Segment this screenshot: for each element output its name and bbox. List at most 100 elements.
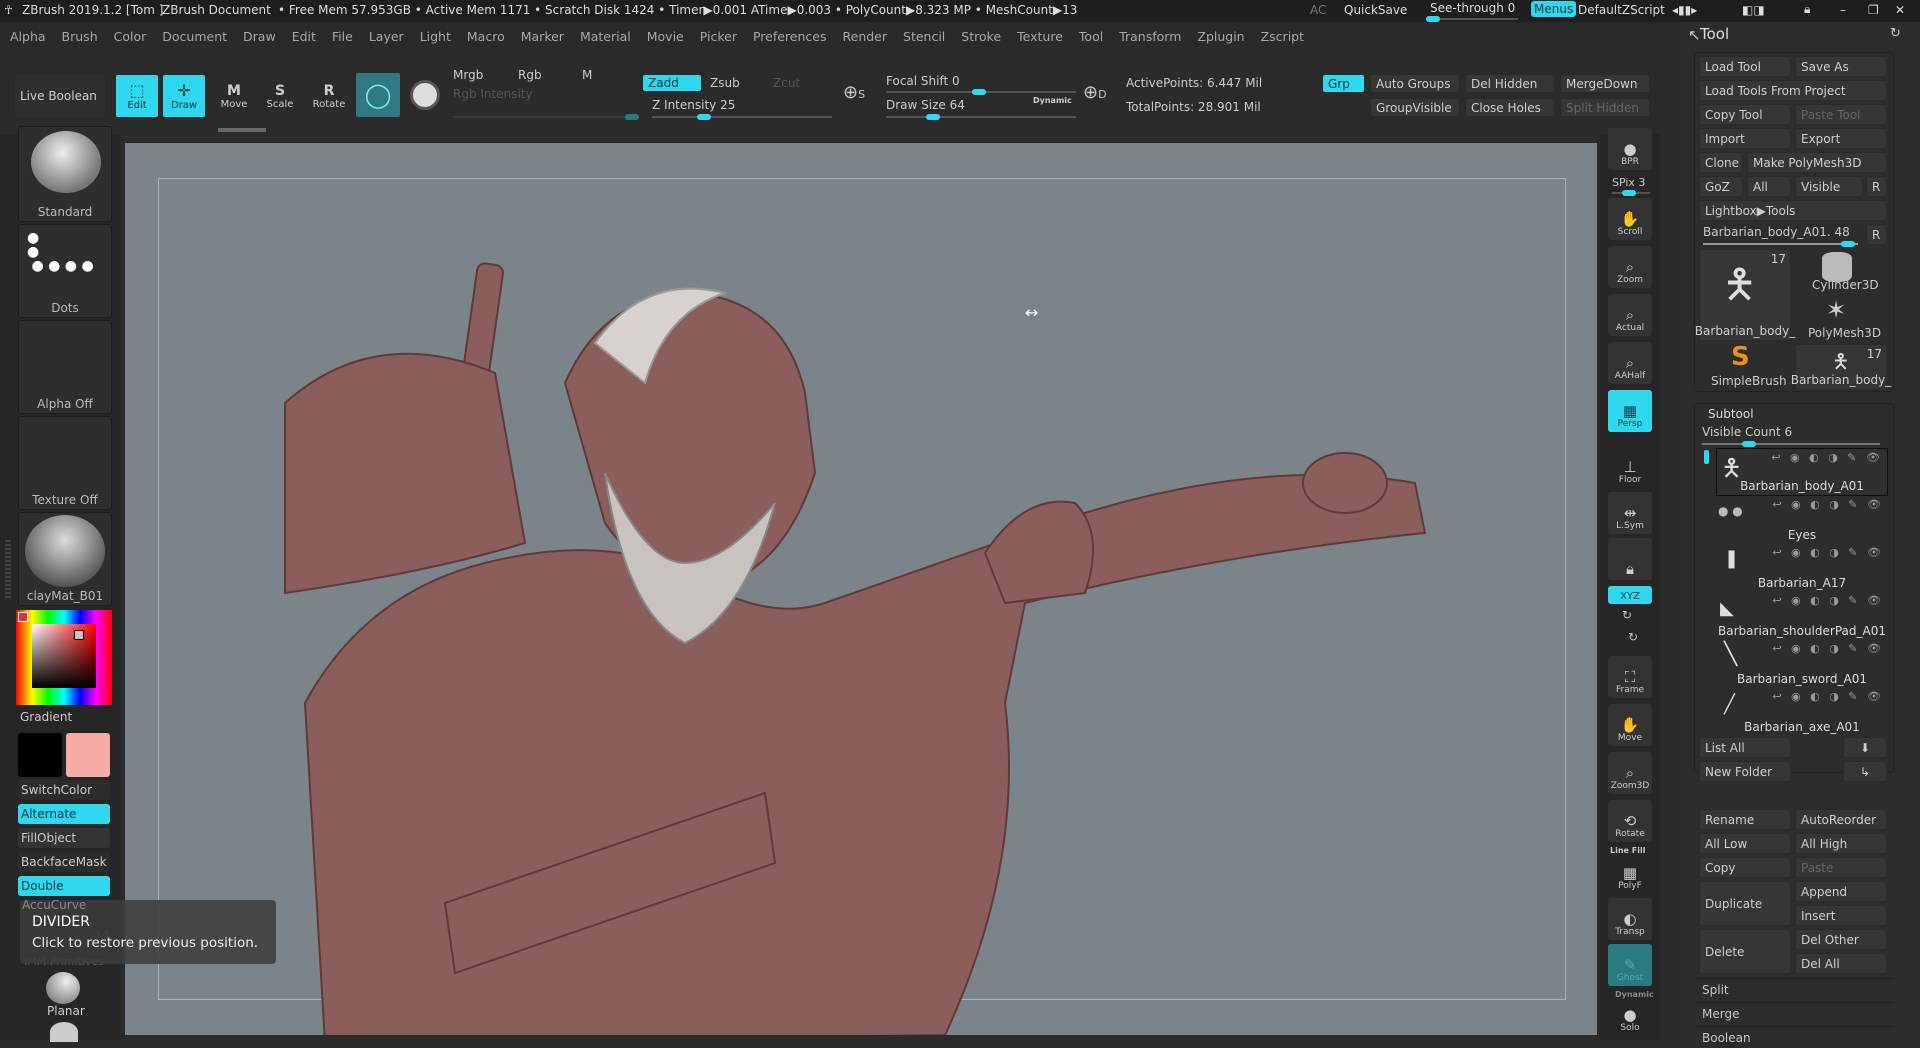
menu-color[interactable]: Color xyxy=(114,29,147,44)
subtool-item[interactable]: ● ● ↩ ◉ ◐ ◑ ✎ 👁︎ Eyes xyxy=(1716,496,1888,544)
color-picker[interactable] xyxy=(16,610,112,705)
merge-down-button[interactable]: MergeDown xyxy=(1560,74,1650,93)
spix-slider[interactable]: SPix 3 xyxy=(1612,176,1650,196)
frame-button[interactable]: ⛶ Frame xyxy=(1608,656,1652,698)
clone-button[interactable]: Clone xyxy=(1699,152,1743,173)
brush-selector[interactable]: Standard xyxy=(18,126,112,222)
menu-zplugin[interactable]: Zplugin xyxy=(1197,29,1244,44)
subtool-controls-icon[interactable]: ↩ ◉ ◐ ◑ ✎ 👁︎ xyxy=(1772,690,1884,703)
move-button[interactable]: M Move xyxy=(212,74,256,118)
goz-r-button[interactable]: R xyxy=(1866,176,1887,197)
move-into-folder-button[interactable]: ↳ xyxy=(1843,761,1887,782)
export-button[interactable]: Export xyxy=(1795,128,1887,149)
copy-subtool-button[interactable]: Copy xyxy=(1699,857,1791,878)
gradient-toggle[interactable]: Gradient xyxy=(20,710,72,724)
actual-button[interactable]: ⌕ Actual xyxy=(1608,294,1652,336)
canvas-viewport[interactable]: ↔ xyxy=(125,143,1597,1035)
camera-lock-button[interactable]: 🔒︎ xyxy=(1608,538,1652,580)
all-high-button[interactable]: All High xyxy=(1795,833,1887,854)
goz-button[interactable]: GoZ xyxy=(1699,176,1743,197)
zsub-button[interactable]: Zsub xyxy=(710,76,740,90)
see-through-slider[interactable]: See-through 0 xyxy=(1426,0,1518,22)
zadd-button[interactable]: Zadd xyxy=(642,74,702,92)
palette-scroll-icon[interactable]: ◂▮▮▸ xyxy=(1672,3,1697,17)
tool-thumb-barbarian-body-2[interactable]: 🯅 17 Barbarian_body_ xyxy=(1791,344,1891,390)
grp-button[interactable]: Grp xyxy=(1322,74,1365,93)
rotate-view-button[interactable]: ⟲ Rotate xyxy=(1608,800,1652,842)
move-down-button[interactable]: ⬇ xyxy=(1843,737,1887,758)
lazy-mouse-d-icon[interactable]: ⊕D xyxy=(1083,82,1107,103)
append-button[interactable]: Append xyxy=(1795,881,1887,902)
aahalf-button[interactable]: ⌕ AAHalf xyxy=(1608,342,1652,384)
layout-icon[interactable]: ◧◨ xyxy=(1742,3,1765,17)
tool-pin-icon[interactable]: ↖ xyxy=(1688,26,1701,44)
paste-tool-button[interactable]: Paste Tool xyxy=(1795,104,1887,125)
alpha-selector[interactable]: Alpha Off xyxy=(18,320,112,414)
scroll-button[interactable]: ✋ Scroll xyxy=(1608,198,1652,240)
ghost-button[interactable]: ✎ Ghost xyxy=(1608,944,1652,986)
live-boolean-button[interactable]: Live Boolean xyxy=(14,74,106,118)
left-divider-handle[interactable] xyxy=(5,540,11,600)
focal-shift-slider[interactable] xyxy=(886,89,1076,95)
del-all-button[interactable]: Del All xyxy=(1795,953,1887,974)
menu-edit[interactable]: Edit xyxy=(292,29,316,44)
lsym-button[interactable]: ⇹ L.Sym xyxy=(1608,492,1652,534)
group-visible-button[interactable]: GroupVisible xyxy=(1370,98,1460,117)
z-intensity-slider[interactable] xyxy=(652,114,832,120)
menu-render[interactable]: Render xyxy=(843,29,888,44)
auto-reorder-button[interactable]: AutoReorder xyxy=(1795,809,1887,830)
minimize-icon[interactable]: – xyxy=(1840,3,1846,17)
material-selector[interactable]: clayMat_B01 xyxy=(18,512,112,606)
edit-button[interactable]: ⬚ Edit xyxy=(115,74,159,118)
delete-button[interactable]: Delete xyxy=(1699,929,1791,974)
subtool-controls-icon[interactable]: ↩ ◉ ◐ ◑ ✎ 👁︎ xyxy=(1772,642,1884,655)
sculptris-pro-button[interactable]: ◯ xyxy=(355,72,401,118)
menu-tool[interactable]: Tool xyxy=(1079,29,1103,44)
persp-button[interactable]: ▦ Persp xyxy=(1608,390,1652,432)
menu-layer[interactable]: Layer xyxy=(369,29,404,44)
load-tools-from-project-button[interactable]: Load Tools From Project xyxy=(1699,80,1887,101)
zoom3d-button[interactable]: ⌕ Zoom3D xyxy=(1608,752,1652,794)
y-rotate-icon[interactable]: ↻ xyxy=(1622,608,1632,622)
menu-light[interactable]: Light xyxy=(420,29,451,44)
scale-button[interactable]: S Scale xyxy=(258,74,302,118)
menu-document[interactable]: Document xyxy=(162,29,227,44)
menu-draw[interactable]: Draw xyxy=(243,29,276,44)
menus-toggle[interactable]: Menus xyxy=(1531,1,1577,17)
menu-transform[interactable]: Transform xyxy=(1119,29,1181,44)
subtool-controls-icon[interactable]: ↩ ◉ ◐ ◑ ✎ 👁︎ xyxy=(1772,546,1884,559)
alternate-button[interactable]: Alternate xyxy=(18,804,110,824)
bpr-button[interactable]: ● BPR xyxy=(1608,128,1652,170)
zcut-button[interactable]: Zcut xyxy=(773,76,800,90)
backface-mask-button[interactable]: BackfaceMask xyxy=(18,852,110,872)
rename-button[interactable]: Rename xyxy=(1699,809,1791,830)
simplebrush-icon[interactable]: S xyxy=(1731,342,1750,372)
menu-brush[interactable]: Brush xyxy=(62,29,98,44)
ac-button[interactable]: AC xyxy=(1310,3,1326,17)
lock-icon[interactable]: 🔒︎ xyxy=(1804,2,1810,17)
default-zscript-button[interactable]: DefaultZScript xyxy=(1578,3,1665,17)
stroke-selector[interactable]: ● ● ● ● ● ● Dots xyxy=(18,224,112,318)
zoom-button[interactable]: ⌕ Zoom xyxy=(1608,246,1652,288)
dynamic-toggle[interactable]: Dynamic xyxy=(1033,96,1072,105)
close-icon[interactable]: ✕ xyxy=(1895,3,1905,17)
polymesh3d-thumb[interactable]: PolyMesh3D xyxy=(1808,326,1881,340)
shelf-scrollbar[interactable] xyxy=(218,128,266,132)
paste-subtool-button[interactable]: Paste xyxy=(1795,857,1887,878)
menu-alpha[interactable]: Alpha xyxy=(10,29,46,44)
tool-thumb-barbarian-body[interactable]: 🯅 17 Barbarian_body_ xyxy=(1695,249,1795,341)
menu-stroke[interactable]: Stroke xyxy=(961,29,1001,44)
current-tool-slider[interactable]: Barbarian_body_A01. 48 xyxy=(1699,224,1863,247)
panel-reset-icon[interactable]: ↻ xyxy=(1890,26,1901,41)
xyz-rotate-button[interactable]: XYZ xyxy=(1608,586,1652,604)
menu-zscript[interactable]: Zscript xyxy=(1261,29,1304,44)
subtool-item[interactable]: ╲ ↩ ◉ ◐ ◑ ✎ 👁︎ Barbarian_sword_A01 xyxy=(1716,640,1888,688)
subtool-item[interactable]: ❚ ↩ ◉ ◐ ◑ ✎ 👁︎ Barbarian_A17 xyxy=(1716,544,1888,592)
menu-preferences[interactable]: Preferences xyxy=(753,29,827,44)
lightbox-tools-button[interactable]: Lightbox▶Tools xyxy=(1699,200,1887,221)
cylinder3d-thumb[interactable]: Cylinder3D xyxy=(1812,278,1879,292)
planar-brush-icon[interactable] xyxy=(46,972,80,1004)
rgb-intensity-slider[interactable] xyxy=(453,114,639,120)
subtool-controls-icon[interactable]: ↩ ◉ ◐ ◑ ✎ 👁︎ xyxy=(1772,594,1884,607)
split-section[interactable]: Split xyxy=(1694,978,1894,1000)
